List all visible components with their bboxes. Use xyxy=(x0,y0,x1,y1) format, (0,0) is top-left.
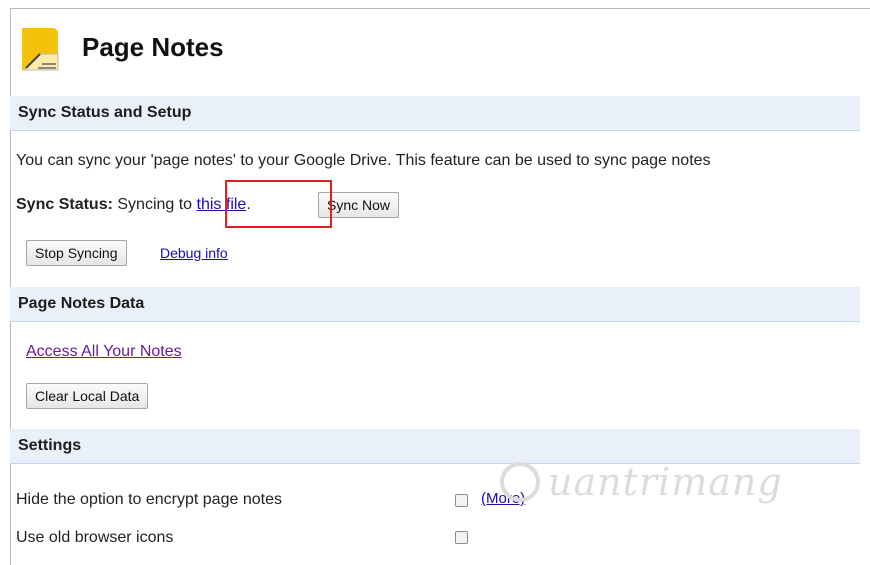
notepad-pencil-icon xyxy=(18,24,62,74)
sync-status-label: Sync Status: xyxy=(16,196,113,213)
section-settings: Settings xyxy=(10,429,860,464)
more-link[interactable]: (More) xyxy=(481,490,525,507)
sync-description: You can sync your 'page notes' to your G… xyxy=(16,152,711,169)
clear-local-data-button[interactable]: Clear Local Data xyxy=(26,383,149,409)
access-all-notes-link[interactable]: Access All Your Notes xyxy=(26,343,182,361)
highlight-annotation xyxy=(225,180,332,228)
setting-label-old-icons: Use old browser icons xyxy=(16,529,174,546)
section-sync-title: Sync Status and Setup xyxy=(18,104,192,121)
stop-syncing-button[interactable]: Stop Syncing xyxy=(26,240,127,266)
debug-info-link[interactable]: Debug info xyxy=(160,245,228,261)
sync-status-text: Syncing to xyxy=(112,196,197,213)
section-settings-title: Settings xyxy=(18,437,82,454)
encrypt-checkbox[interactable] xyxy=(455,494,468,507)
sync-status-line: Sync Status: Syncing to this file. xyxy=(16,196,251,214)
section-data: Page Notes Data xyxy=(10,287,860,322)
old-icons-checkbox[interactable] xyxy=(455,531,468,544)
page-header: Page Notes xyxy=(10,20,610,80)
section-data-title: Page Notes Data xyxy=(18,295,145,312)
setting-label-encrypt: Hide the option to encrypt page notes xyxy=(16,491,282,508)
section-sync: Sync Status and Setup xyxy=(10,96,860,131)
page-title: Page Notes xyxy=(82,32,224,62)
